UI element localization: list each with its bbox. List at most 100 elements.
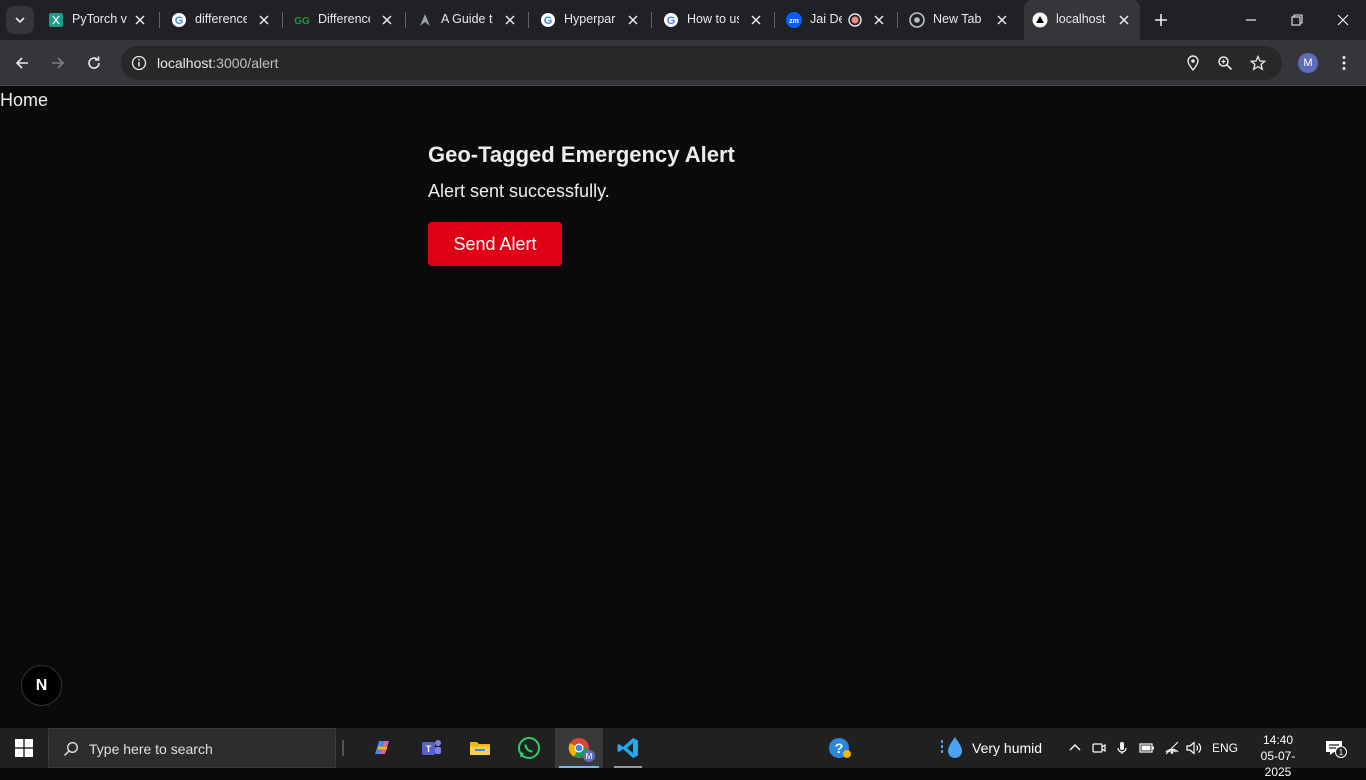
notification-center-button[interactable]: 1 — [1322, 738, 1347, 758]
taskbar-search[interactable]: Type here to search — [48, 728, 336, 768]
close-icon[interactable] — [994, 12, 1010, 28]
nextjs-dev-badge[interactable]: N — [21, 665, 62, 706]
start-button[interactable] — [0, 728, 48, 768]
site-info-icon[interactable] — [129, 53, 149, 73]
tab-search-button[interactable] — [6, 6, 34, 34]
guide-icon — [417, 12, 433, 28]
profile-avatar[interactable]: M — [1298, 53, 1318, 73]
reload-button[interactable] — [78, 47, 110, 79]
chrome-app[interactable]: M — [555, 728, 603, 768]
tab-difference-google[interactable]: G difference — [163, 0, 281, 40]
bookmark-star-icon[interactable] — [1248, 53, 1268, 73]
copilot-app[interactable] — [358, 728, 406, 768]
forward-button[interactable] — [42, 47, 74, 79]
microphone-icon[interactable] — [1112, 738, 1132, 758]
teams-app[interactable]: T — [407, 728, 455, 768]
show-hidden-icons[interactable] — [1065, 738, 1085, 758]
whatsapp-app[interactable] — [505, 728, 553, 768]
close-icon[interactable] — [132, 12, 148, 28]
close-icon[interactable] — [748, 12, 764, 28]
status-message: Alert sent successfully. — [428, 181, 610, 201]
url-text[interactable]: localhost:3000/alert — [157, 55, 278, 71]
language-indicator[interactable]: ENG — [1212, 741, 1238, 755]
taskbar: Type here to search T M ? Very humid ENG… — [0, 728, 1366, 779]
tab-zoom-meeting[interactable]: zm Jai De — [778, 0, 896, 40]
tab-divider — [897, 12, 898, 28]
svg-text:G: G — [544, 15, 553, 27]
tab-title: New Tab — [933, 12, 982, 26]
menu-icon[interactable] — [1334, 53, 1354, 73]
file-explorer-app[interactable] — [456, 728, 504, 768]
clock[interactable]: 14:40 05-07-2025 — [1248, 732, 1308, 780]
google-icon: G — [540, 12, 556, 28]
location-icon[interactable] — [1183, 53, 1203, 73]
page-content: Home Geo-Tagged Emergency Alert Alert se… — [0, 87, 1366, 728]
tab-title: PyTorch v — [72, 12, 127, 26]
close-icon[interactable] — [256, 12, 272, 28]
chrome-icon — [909, 12, 925, 28]
wifi-icon[interactable] — [1162, 738, 1182, 758]
tab-hyperparameter[interactable]: G Hyperpar — [532, 0, 650, 40]
tab-divider — [159, 12, 160, 28]
tab-title: Jai De — [810, 12, 842, 26]
humidity-drop-icon — [941, 737, 962, 758]
restore-button[interactable] — [1274, 0, 1320, 40]
svg-text:G: G — [667, 15, 676, 27]
new-tab-button[interactable] — [1144, 0, 1178, 40]
back-button[interactable] — [6, 47, 38, 79]
volume-icon[interactable] — [1184, 738, 1204, 758]
svg-text:?: ? — [835, 740, 844, 756]
svg-text:zm: zm — [789, 18, 799, 25]
send-alert-button[interactable]: Send Alert — [428, 222, 562, 266]
zoom-icon: zm — [786, 12, 802, 28]
close-window-button[interactable] — [1320, 0, 1366, 40]
close-icon[interactable] — [871, 12, 887, 28]
svg-text:GG: GG — [294, 16, 310, 27]
teams-icon: T — [422, 740, 441, 755]
close-icon[interactable] — [379, 12, 395, 28]
tab-title: Hyperpar — [564, 12, 616, 26]
svg-text:T: T — [426, 744, 432, 754]
chevron-down-icon — [15, 17, 25, 24]
home-link[interactable]: Home — [0, 90, 48, 111]
geeksforgeeks-icon: GG — [294, 12, 310, 28]
close-icon[interactable] — [502, 12, 518, 28]
tab-divider — [651, 12, 652, 28]
weather-text: Very humid — [972, 740, 1043, 756]
tab-localhost[interactable]: localhost — [1024, 0, 1140, 40]
page-title: Geo-Tagged Emergency Alert — [428, 142, 735, 167]
battery-icon[interactable] — [1137, 738, 1157, 758]
tab-title: difference — [195, 12, 247, 26]
close-icon — [1337, 14, 1349, 26]
search-placeholder: Type here to search — [89, 741, 213, 757]
folder-icon — [470, 742, 490, 755]
tab-guide[interactable]: A Guide to — [409, 0, 527, 40]
clock-date: 05-07-2025 — [1260, 749, 1296, 779]
windows-icon — [15, 739, 33, 757]
arrow-left-icon — [15, 57, 28, 69]
tab-new-tab[interactable]: New Tab — [901, 0, 1019, 40]
tab-divider — [528, 12, 529, 28]
svg-text:G: G — [175, 15, 184, 27]
close-icon[interactable] — [625, 12, 641, 28]
minimize-button[interactable] — [1228, 0, 1274, 40]
zoom-icon[interactable] — [1215, 53, 1235, 73]
plus-icon — [1155, 14, 1167, 26]
restore-icon — [1291, 14, 1303, 26]
tab-title: How to us — [687, 12, 739, 26]
reload-icon — [88, 56, 100, 69]
vscode-app[interactable] — [604, 728, 652, 768]
camera-icon[interactable] — [1089, 738, 1109, 758]
vscode-icon — [617, 738, 638, 758]
weather-widget[interactable]: Very humid — [940, 728, 1042, 768]
tab-divider — [282, 12, 283, 28]
tab-difference-gfg[interactable]: GG Difference — [286, 0, 404, 40]
pytorch-icon — [48, 12, 64, 28]
address-bar[interactable]: localhost:3000/alert — [121, 46, 1282, 80]
tab-pytorch[interactable]: PyTorch v — [40, 0, 158, 40]
close-icon[interactable] — [1116, 12, 1132, 28]
tab-strip: PyTorch v G difference GG Difference A G… — [0, 0, 1366, 40]
tab-how-to[interactable]: G How to us — [655, 0, 773, 40]
help-app[interactable]: ? — [816, 728, 864, 768]
arrow-right-icon — [52, 57, 65, 69]
